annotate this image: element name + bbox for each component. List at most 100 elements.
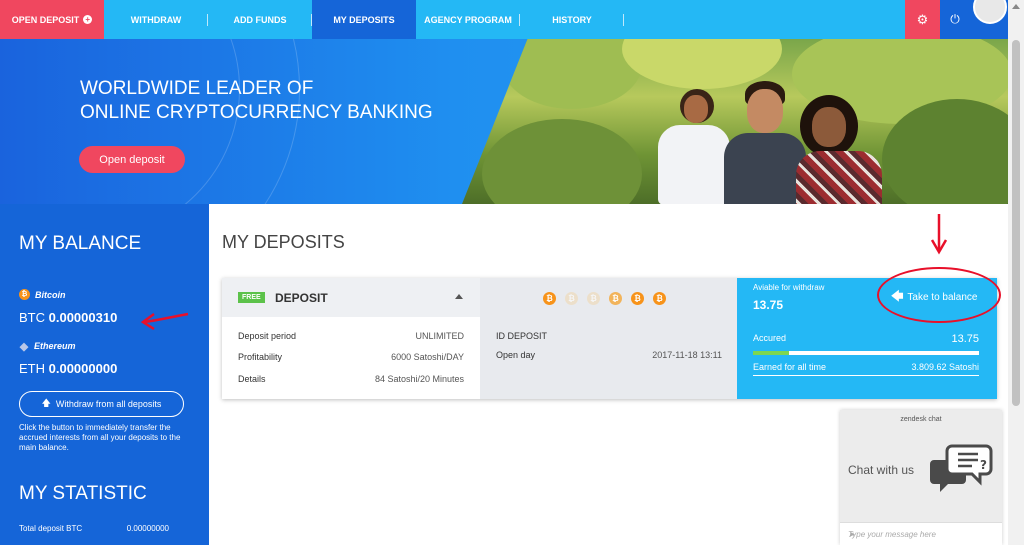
arrow-up-icon: 🡅 [41,398,51,408]
stat-total-deposit-row: Total deposit BTC 0.00000000 [19,524,169,533]
deposit-header: FREE DEPOSIT [222,278,480,317]
red-arrow-annotation-left [140,312,189,330]
bitcoin-row: ₿ Bitcoin [19,289,66,300]
open-deposit-nav-label: OPEN DEPOSIT [11,14,80,25]
nav-my-deposits[interactable]: MY DEPOSITS [312,0,416,39]
bitcoin-coin-row: ₿ ₿ ₿ ₿ ₿ ₿ [543,292,666,305]
my-statistic-title: MY STATISTIC [19,483,147,504]
bitcoin-label: Bitcoin [35,289,66,300]
details-value: 84 Satoshi/20 Minutes [374,374,464,384]
available-label: Aviable for withdraw [753,283,825,292]
details-row: Details 84 Satoshi/20 Minutes [238,374,464,384]
hero-family-photo [462,39,1008,204]
open-deposit-nav-button[interactable]: OPEN DEPOSIT + [0,0,104,39]
deposit-title: DEPOSIT [275,291,328,305]
bitcoin-coin-icon: ₿ [631,292,644,305]
accured-value: 13.75 [951,333,979,345]
bitcoin-icon: ₿ [19,289,30,300]
stat-total-deposit-label: Total deposit BTC [19,524,83,533]
withdraw-all-button[interactable]: 🡅 Withdraw from all deposits [19,391,184,417]
id-deposit-row: ID DEPOSIT [496,331,722,341]
deposit-period-row: Deposit period UNLIMITED [238,331,464,341]
red-arrow-annotation-down [930,214,948,255]
page-scrollbar[interactable] [1008,0,1024,545]
avatar[interactable] [970,0,1008,39]
btc-value: 0.00000310 [48,310,118,325]
eth-value: 0.00000000 [48,361,118,376]
free-badge: FREE [238,292,265,303]
open-day-label: Open day [496,350,536,360]
nav-agency-program-label: AGENCY PROGRAM [424,14,512,25]
accured-row: Accured 13.75 [753,333,979,345]
accured-label: Accured [753,333,787,343]
accured-progress-bar [753,351,979,355]
bitcoin-coin-icon: ₿ [609,292,622,305]
withdraw-all-label: Withdraw from all deposits [55,399,162,409]
top-nav: OPEN DEPOSIT + WITHDRAW ADD FUNDS MY DEP… [0,0,1008,39]
eth-balance: ETH 0.00000000 [19,361,117,376]
btc-balance: BTC 0.00000310 [19,310,117,325]
scroll-up-icon[interactable] [1012,4,1020,9]
bitcoin-coin-icon: ₿ [543,292,556,305]
withdraw-note: Click the button to immediately transfer… [19,423,181,452]
ethereum-row: ◆ Ethereum [19,340,76,353]
power-icon: ⏻ [950,12,960,26]
nav-add-funds-label: ADD FUNDS [233,14,287,25]
scroll-thumb[interactable] [1012,40,1020,406]
chat-title: Chat with us [848,463,915,477]
earned-value: 3.809.62 Satoshi [911,362,979,372]
nav-withdraw[interactable]: WITHDRAW [104,0,208,39]
bitcoin-coin-icon: ₿ [587,292,600,305]
deposit-period-label: Deposit period [238,331,297,341]
profitability-label: Profitability [238,352,283,362]
earned-label: Earned for all time [753,362,827,372]
id-deposit-label: ID DEPOSIT [496,331,548,341]
accured-progress-fill [753,351,790,355]
deposit-card: FREE DEPOSIT Deposit period UNLIMITED Pr… [222,267,1001,399]
my-deposits-title: MY DEPOSITS [222,232,345,252]
page: OPEN DEPOSIT + WITHDRAW ADD FUNDS MY DEP… [0,0,1024,545]
stat-total-deposit-value: 0.00000000 [126,524,169,533]
bitcoin-coin-icon: ₿ [653,292,666,305]
send-icon[interactable]: ➤ [848,530,994,539]
my-balance-title: MY BALANCE [19,233,142,254]
chat-bubbles-icon: ? [930,444,993,492]
available-value: 13.75 [753,298,784,312]
withdraw-panel: Aviable for withdraw 13.75 🡄 Take to bal… [737,267,1001,399]
eth-prefix: ETH [19,361,45,376]
details-label: Details [238,374,266,384]
ethereum-label: Ethereum [34,341,76,351]
plus-circle-icon: + [83,15,93,24]
deposit-period-value: UNLIMITED [415,331,464,341]
open-day-value: 2017-11-18 13:11 [652,350,722,360]
settings-button[interactable]: ⚙ [905,0,940,39]
hero-title: WORLDWIDE LEADER OF ONLINE CRYPTOCURRENC… [80,77,433,125]
earned-row: Earned for all time 3.809.62 Satoshi [753,362,979,376]
svg-text:?: ? [980,458,987,472]
avatar-circle [973,0,1007,24]
logout-button[interactable]: ⏻ [940,0,970,39]
bitcoin-coin-icon: ₿ [565,292,578,305]
btc-prefix: BTC [19,310,45,325]
deposit-id-panel: ₿ ₿ ₿ ₿ ₿ ₿ ID DEPOSIT Open day 2017-11-… [480,278,737,399]
chat-header: zendesk chat [900,416,942,423]
open-deposit-button[interactable]: Open deposit [79,146,185,173]
zendesk-chat-widget[interactable]: zendesk chat Chat with us ? Type your me… [840,410,1002,545]
deposit-info-panel: FREE DEPOSIT Deposit period UNLIMITED Pr… [222,278,480,399]
nav-my-deposits-label: MY DEPOSITS [333,14,395,25]
nav-history-label: HISTORY [552,14,592,25]
balance-sidebar: MY BALANCE ₿ Bitcoin BTC 0.00000310 ◆ Et… [0,204,209,545]
profitability-value: 6000 Satoshi/DAY [391,352,464,362]
hero-banner: WORLDWIDE LEADER OF ONLINE CRYPTOCURRENC… [0,39,1008,204]
ethereum-icon: ◆ [19,340,29,353]
gear-icon: ⚙ [916,11,929,27]
open-day-row: Open day 2017-11-18 13:11 [496,350,722,360]
profitability-row: Profitability 6000 Satoshi/DAY [238,352,464,362]
collapse-caret-icon[interactable] [455,294,463,299]
chat-message-input[interactable]: Type your message here ➤ [840,522,1002,545]
hero-title-line1: WORLDWIDE LEADER OF [80,78,314,99]
nav-add-funds[interactable]: ADD FUNDS [208,0,312,39]
nav-agency-program[interactable]: AGENCY PROGRAM [416,0,520,39]
nav-history[interactable]: HISTORY [520,0,624,39]
